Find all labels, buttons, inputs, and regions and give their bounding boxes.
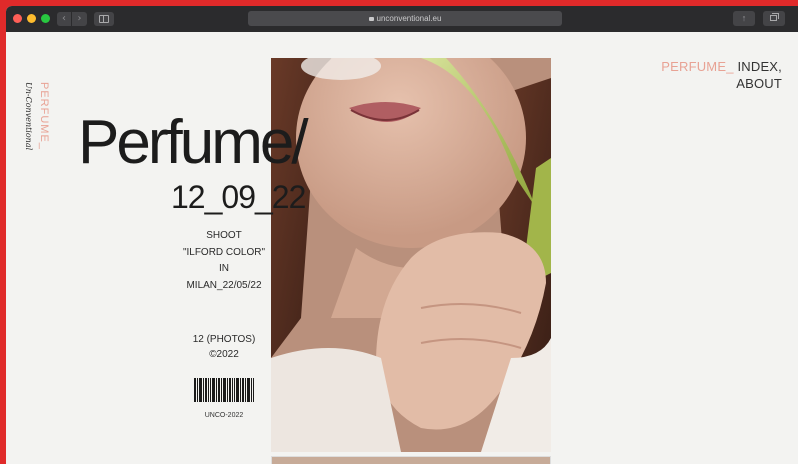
minimize-window-button[interactable] xyxy=(27,14,36,23)
history-nav: ‹ › xyxy=(57,12,87,26)
share-button[interactable]: ↑ xyxy=(733,11,755,26)
copyright-year: ©2022 xyxy=(209,349,239,360)
nav-item-index[interactable]: INDEX, xyxy=(737,59,782,74)
website-content: PERFUME_ Un-Conventional PERFUME_ INDEX,… xyxy=(6,32,798,464)
shoot-info: SHOOT "ILFORD COLOR" IN MILAN_22/05/22 xyxy=(168,228,280,294)
maximize-window-button[interactable] xyxy=(41,14,50,23)
back-button[interactable]: ‹ xyxy=(57,12,72,26)
lock-icon xyxy=(368,17,374,21)
close-window-button[interactable] xyxy=(13,14,22,23)
info-line-2: "ILFORD COLOR" xyxy=(182,246,266,258)
url-text: unconventional.eu xyxy=(376,14,442,23)
logo-signature: Un-Conventional xyxy=(24,82,33,151)
browser-window: ‹ › unconventional.eu ↑ PERFUME_ Un-Conv… xyxy=(6,6,798,464)
photo-count-label: 12 (PHOTOS) xyxy=(192,334,256,345)
barcode-label: UNCO-2022 xyxy=(204,412,244,419)
sidebar-toggle-button[interactable] xyxy=(94,12,114,26)
forward-button[interactable]: › xyxy=(72,12,87,26)
sidebar-icon xyxy=(99,15,109,23)
browser-toolbar: ‹ › unconventional.eu ↑ xyxy=(6,6,798,32)
info-line-1: SHOOT xyxy=(206,230,242,241)
red-frame: ‹ › unconventional.eu ↑ PERFUME_ Un-Conv… xyxy=(0,0,798,464)
photo-count: 12 (PHOTOS) ©2022 xyxy=(168,332,280,362)
portrait-photo-illustration xyxy=(271,58,551,452)
nav-item-about[interactable]: ABOUT xyxy=(736,76,782,91)
shoot-date: 12_09_22 xyxy=(171,179,306,215)
barcode-icon xyxy=(194,378,254,402)
nav-item-perfume[interactable]: PERFUME_ xyxy=(661,59,733,74)
tabs-icon xyxy=(770,13,779,21)
address-bar[interactable]: unconventional.eu xyxy=(248,11,562,26)
info-line-3: IN xyxy=(219,263,229,274)
hero-photo xyxy=(271,58,551,452)
page-title: Perfume/ xyxy=(78,108,309,177)
tab-overview-button[interactable] xyxy=(763,11,785,26)
site-logo[interactable]: PERFUME_ Un-Conventional xyxy=(24,82,64,162)
logo-brand: PERFUME_ xyxy=(38,82,50,150)
info-line-4: MILAN_22/05/22 xyxy=(186,279,262,291)
top-nav: PERFUME_ INDEX, ABOUT xyxy=(661,58,782,92)
next-photo-preview xyxy=(271,456,551,464)
